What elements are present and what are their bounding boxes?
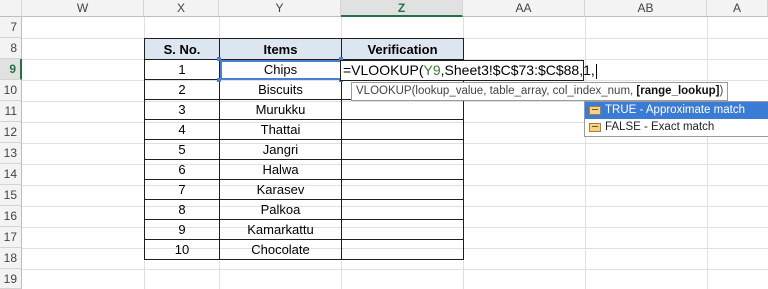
cell-sno[interactable]: 7 bbox=[144, 179, 220, 200]
column-header-x[interactable]: X bbox=[144, 0, 219, 17]
column-header-w[interactable]: W bbox=[22, 0, 144, 17]
formula-prefix: =VLOOKUP( bbox=[343, 62, 424, 78]
cell-verification[interactable] bbox=[341, 239, 464, 260]
tooltip-close: ) bbox=[719, 85, 724, 97]
column-header-a[interactable]: A bbox=[707, 0, 768, 17]
cell-item[interactable]: Kamarkattu bbox=[219, 219, 342, 240]
value-icon bbox=[589, 123, 601, 132]
cell-verification[interactable] bbox=[341, 199, 464, 220]
cell-verification[interactable] bbox=[341, 139, 464, 160]
function-tooltip[interactable]: VLOOKUP(lookup_value, table_array, col_i… bbox=[351, 82, 729, 101]
row-header-17[interactable]: 17 bbox=[0, 227, 22, 248]
cell-verification[interactable] bbox=[341, 159, 464, 180]
cell-sno[interactable]: 6 bbox=[144, 159, 220, 180]
cell-item[interactable]: Chocolate bbox=[219, 239, 342, 260]
cell-sno[interactable]: 1 bbox=[144, 59, 220, 80]
row-header-19[interactable]: 19 bbox=[0, 269, 22, 289]
table-row: 5 Jangri bbox=[144, 139, 464, 160]
header-verification[interactable]: Verification bbox=[341, 38, 464, 60]
table-row: 4 Thattai bbox=[144, 119, 464, 140]
row-header-9[interactable]: 9 bbox=[0, 59, 22, 80]
table-row: 7 Karasev bbox=[144, 179, 464, 200]
cell-item[interactable]: Karasev bbox=[219, 179, 342, 200]
cell-sno[interactable]: 3 bbox=[144, 99, 220, 120]
cell-item-selected[interactable]: Chips bbox=[219, 59, 342, 80]
cell-verification[interactable] bbox=[341, 179, 464, 200]
row-header-10[interactable]: 10 bbox=[0, 80, 22, 101]
column-header-aa[interactable]: AA bbox=[463, 0, 585, 17]
table-row: 10 Chocolate bbox=[144, 239, 464, 260]
cell-verification[interactable] bbox=[341, 99, 464, 120]
value-icon bbox=[589, 106, 601, 115]
selection-handle[interactable] bbox=[217, 57, 221, 61]
row-header-11[interactable]: 11 bbox=[0, 101, 22, 122]
cell-verification[interactable] bbox=[341, 219, 464, 240]
table-row: 3 Murukku bbox=[144, 99, 464, 120]
table-row: 6 Halwa bbox=[144, 159, 464, 180]
cell-sno[interactable]: 9 bbox=[144, 219, 220, 240]
column-header-z[interactable]: Z bbox=[341, 0, 463, 17]
autocomplete-item-true[interactable]: TRUE - Approximate match bbox=[585, 102, 768, 119]
table-row: 8 Palkoa bbox=[144, 199, 464, 220]
autocomplete-label: FALSE - Exact match bbox=[605, 121, 715, 133]
cell-item[interactable]: Halwa bbox=[219, 159, 342, 180]
row-header-13[interactable]: 13 bbox=[0, 143, 22, 164]
header-items[interactable]: Items bbox=[219, 38, 342, 60]
column-header-y[interactable]: Y bbox=[219, 0, 341, 17]
column-header-ab[interactable]: AB bbox=[585, 0, 707, 17]
cell-sno[interactable]: 10 bbox=[144, 239, 220, 260]
cell-item[interactable]: Thattai bbox=[219, 119, 342, 140]
table-row: 9 Kamarkattu bbox=[144, 219, 464, 240]
autocomplete-item-false[interactable]: FALSE - Exact match bbox=[585, 119, 768, 136]
autocomplete-list: TRUE - Approximate match FALSE - Exact m… bbox=[584, 101, 768, 137]
header-sno[interactable]: S. No. bbox=[144, 38, 220, 60]
cell-item[interactable]: Jangri bbox=[219, 139, 342, 160]
cell-item[interactable]: Palkoa bbox=[219, 199, 342, 220]
selection-handle[interactable] bbox=[217, 78, 221, 82]
cell-sno[interactable]: 4 bbox=[144, 119, 220, 140]
row-header-15[interactable]: 15 bbox=[0, 185, 22, 206]
row-header-12[interactable]: 12 bbox=[0, 122, 22, 143]
formula-edit-cell[interactable]: =VLOOKUP(Y9,Sheet3!$C$73:$C$88,1, bbox=[340, 60, 597, 81]
row-header-14[interactable]: 14 bbox=[0, 164, 22, 185]
row-header-18[interactable]: 18 bbox=[0, 248, 22, 269]
row-header-16[interactable]: 16 bbox=[0, 206, 22, 227]
formula-rest: ,Sheet3!$C$73:$C$88,1, bbox=[440, 62, 595, 78]
table-header-row: S. No. Items Verification bbox=[144, 38, 464, 60]
formula-reference: Y9 bbox=[423, 62, 441, 78]
row-header-7[interactable]: 7 bbox=[0, 17, 22, 38]
cell-item[interactable]: Biscuits bbox=[219, 79, 342, 100]
row-header-8[interactable]: 8 bbox=[0, 38, 22, 59]
tooltip-signature: VLOOKUP(lookup_value, table_array, col_i… bbox=[356, 85, 637, 97]
cell-sno[interactable]: 8 bbox=[144, 199, 220, 220]
tooltip-current-arg: [range_lookup] bbox=[636, 85, 720, 97]
text-cursor bbox=[595, 63, 597, 79]
cell-verification[interactable] bbox=[341, 119, 464, 140]
select-all-corner[interactable] bbox=[0, 0, 22, 17]
autocomplete-label: TRUE - Approximate match bbox=[605, 104, 745, 116]
cell-sno[interactable]: 2 bbox=[144, 79, 220, 100]
cell-sno[interactable]: 5 bbox=[144, 139, 220, 160]
cell-item[interactable]: Murukku bbox=[219, 99, 342, 120]
